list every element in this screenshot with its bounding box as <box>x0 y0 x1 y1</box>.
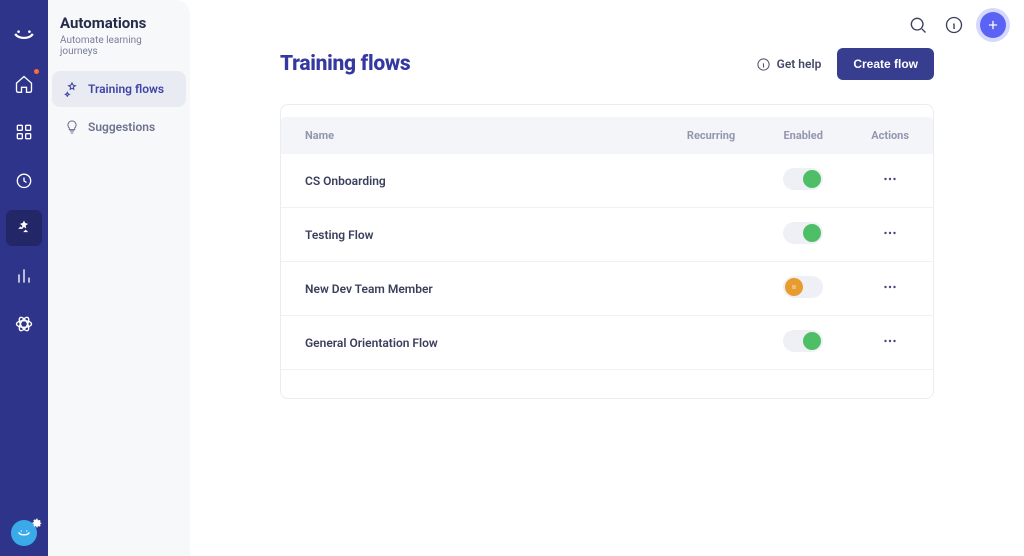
page-title: Training flows <box>280 52 410 76</box>
cell-recurring <box>663 154 759 208</box>
cell-enabled <box>759 208 847 262</box>
get-help-link[interactable]: Get help <box>756 57 822 72</box>
more-actions-icon[interactable] <box>881 332 899 350</box>
cell-actions <box>847 208 933 262</box>
table-row[interactable]: Testing Flow <box>281 208 933 262</box>
nav-timer[interactable] <box>6 162 42 198</box>
cell-name: New Dev Team Member <box>281 262 663 316</box>
user-avatar[interactable] <box>11 520 37 546</box>
get-help-label: Get help <box>777 57 822 71</box>
sidebar-item-label: Suggestions <box>88 120 155 134</box>
lightbulb-icon <box>64 119 80 135</box>
sidebar-item-label: Training flows <box>88 82 164 96</box>
more-actions-icon[interactable] <box>881 278 899 296</box>
settings-gear-icon[interactable] <box>31 514 43 526</box>
header-actions: Get help Create flow <box>756 48 934 80</box>
enabled-toggle[interactable] <box>783 222 823 244</box>
nav-analytics[interactable] <box>6 258 42 294</box>
enabled-toggle[interactable] <box>783 276 823 298</box>
add-button[interactable] <box>980 12 1006 38</box>
cell-name: Testing Flow <box>281 208 663 262</box>
plus-icon <box>986 18 1000 32</box>
nav-home[interactable] <box>6 66 42 102</box>
search-icon[interactable] <box>908 15 928 35</box>
notification-dot <box>34 69 39 74</box>
sidebar-title: Automations <box>60 14 178 32</box>
sidebar: Automations Automate learning journeys T… <box>48 0 190 556</box>
content: Training flows Get help Create flow Name… <box>190 0 1024 399</box>
cell-recurring <box>663 316 759 370</box>
enabled-toggle[interactable] <box>783 330 823 352</box>
sparkle-icon <box>64 81 80 97</box>
cell-enabled <box>759 154 847 208</box>
main: Training flows Get help Create flow Name… <box>190 0 1024 556</box>
sidebar-item-suggestions[interactable]: Suggestions <box>52 109 186 145</box>
cell-enabled <box>759 316 847 370</box>
toggle-on-icon <box>803 224 821 242</box>
nav-automations[interactable] <box>6 210 42 246</box>
sidebar-header: Automations Automate learning journeys <box>48 14 190 69</box>
col-header-recurring: Recurring <box>663 117 759 154</box>
col-header-enabled: Enabled <box>759 117 847 154</box>
toggle-on-icon <box>803 332 821 350</box>
cell-recurring <box>663 262 759 316</box>
table-row[interactable]: New Dev Team Member <box>281 262 933 316</box>
col-header-actions: Actions <box>847 117 933 154</box>
table-row[interactable]: General Orientation Flow <box>281 316 933 370</box>
pause-icon <box>785 278 803 296</box>
logo-icon[interactable] <box>6 18 42 54</box>
cell-actions <box>847 154 933 208</box>
top-actions <box>908 12 1006 38</box>
create-flow-button[interactable]: Create flow <box>837 48 934 80</box>
flows-table: Name Recurring Enabled Actions CS Onboar… <box>281 117 933 370</box>
cell-enabled <box>759 262 847 316</box>
table-row[interactable]: CS Onboarding <box>281 154 933 208</box>
more-actions-icon[interactable] <box>881 170 899 188</box>
more-actions-icon[interactable] <box>881 224 899 242</box>
info-circle-icon <box>756 57 771 72</box>
sidebar-subtitle: Automate learning journeys <box>60 35 178 57</box>
toggle-on-icon <box>803 170 821 188</box>
info-icon[interactable] <box>944 15 964 35</box>
flows-card: Name Recurring Enabled Actions CS Onboar… <box>280 104 934 399</box>
col-header-name: Name <box>281 117 663 154</box>
cell-name: CS Onboarding <box>281 154 663 208</box>
cell-recurring <box>663 208 759 262</box>
enabled-toggle[interactable] <box>783 168 823 190</box>
sidebar-item-training-flows[interactable]: Training flows <box>52 71 186 107</box>
nav-apps[interactable] <box>6 114 42 150</box>
nav-atom[interactable] <box>6 306 42 342</box>
cell-name: General Orientation Flow <box>281 316 663 370</box>
page-header: Training flows Get help Create flow <box>280 48 934 80</box>
nav-rail <box>0 0 48 556</box>
cell-actions <box>847 316 933 370</box>
cell-actions <box>847 262 933 316</box>
